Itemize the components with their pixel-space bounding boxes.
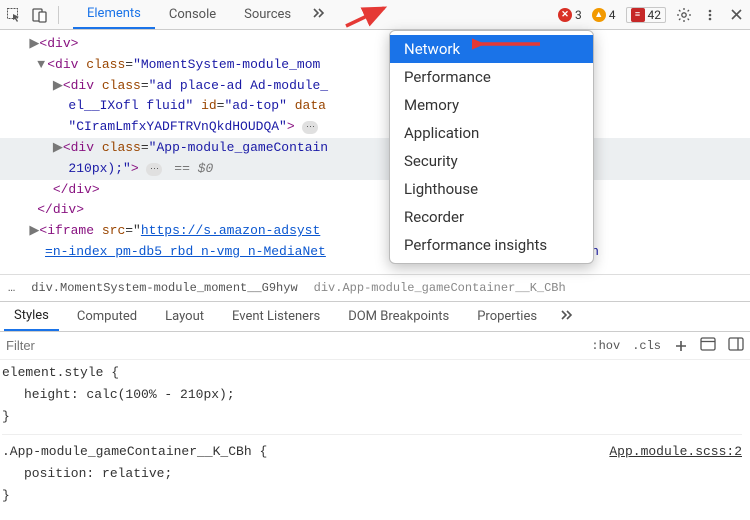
styles-tab-strip: Styles Computed Layout Event Listeners D… [0,302,750,332]
css-selector[interactable]: element.style { [2,365,119,380]
warning-count-badge[interactable]: ▲ 4 [592,8,616,22]
hov-toggle[interactable]: :hov [591,339,620,353]
warning-count: 4 [609,8,616,22]
breadcrumb-segment[interactable]: div.App-module_gameContainer__K_CBh [314,281,566,295]
dom-tree[interactable]: ▶<div> ▼<div class="MomentSystem-module_… [0,30,750,274]
error-count-badge[interactable]: ✕ 3 [558,8,582,22]
more-styles-tabs-icon[interactable] [559,308,573,326]
dom-breadcrumb[interactable]: … div.MomentSystem-module_moment__G9hyw … [0,274,750,302]
selected-node-indicator: == $0 [166,161,213,176]
issues-count-badge[interactable]: ≡ 42 [626,7,667,23]
tab-event-listeners[interactable]: Event Listeners [222,302,330,331]
styles-rules-panel[interactable]: element.style { height: calc(100% - 210p… [0,360,750,520]
tab-console[interactable]: Console [155,0,230,29]
inspect-element-icon[interactable] [6,7,22,23]
dropdown-item-performance[interactable]: Performance [390,63,593,91]
tab-styles[interactable]: Styles [4,302,59,331]
kebab-menu-icon[interactable] [702,7,718,23]
css-property-value[interactable]: relative [102,466,164,481]
issues-icon: ≡ [631,8,645,22]
dropdown-item-application[interactable]: Application [390,119,593,147]
breadcrumb-segment[interactable]: div.MomentSystem-module_moment__G9hyw [31,281,297,295]
css-property-value[interactable]: calc(100% - 210px) [86,387,226,402]
dropdown-item-lighthouse[interactable]: Lighthouse [390,175,593,203]
css-property-name[interactable]: position [24,466,86,481]
error-icon: ✕ [558,8,572,22]
styles-filter-input[interactable] [6,338,96,353]
dropdown-item-network[interactable]: Network [390,35,593,63]
css-source-link[interactable]: App.module.scss:2 [609,441,742,463]
dropdown-item-security[interactable]: Security [390,147,593,175]
cls-toggle[interactable]: .cls [632,339,661,353]
devtools-toolbar: Elements Console Sources ✕ 3 ▲ 4 ≡ 42 [0,0,750,30]
dropdown-item-recorder[interactable]: Recorder [390,203,593,231]
dropdown-item-memory[interactable]: Memory [390,91,593,119]
css-rule-close: } [2,409,10,424]
collapsed-ellipsis-icon[interactable]: ⋯ [146,163,162,176]
css-rule-close: } [2,488,10,503]
computed-panel-icon[interactable] [700,337,716,355]
toggle-sidebar-icon[interactable] [728,337,744,355]
new-style-rule-icon[interactable] [673,338,688,353]
close-icon[interactable] [728,7,744,23]
issues-count: 42 [648,8,662,22]
settings-gear-icon[interactable] [676,7,692,23]
css-property-name[interactable]: height [24,387,71,402]
tab-layout[interactable]: Layout [155,302,214,331]
breadcrumb-more-icon[interactable]: … [8,281,15,295]
css-selector[interactable]: .App-module_gameContainer__K_CBh { [2,444,267,459]
tab-sources[interactable]: Sources [230,0,305,29]
tab-properties[interactable]: Properties [467,302,547,331]
styles-filter-row: :hov .cls [0,332,750,360]
tab-computed[interactable]: Computed [67,302,147,331]
error-count: 3 [575,8,582,22]
more-panels-dropdown: Network Performance Memory Application S… [389,30,594,264]
tab-elements[interactable]: Elements [73,0,155,29]
dom-selected-node[interactable]: ▶<div class="App-module_gameContain t: c… [0,138,750,159]
dropdown-item-performance-insights[interactable]: Performance insights [390,231,593,259]
more-panels-icon[interactable] [305,6,331,24]
warning-icon: ▲ [592,8,606,22]
tab-dom-breakpoints[interactable]: DOM Breakpoints [338,302,459,331]
device-toolbar-icon[interactable] [32,7,48,23]
collapsed-ellipsis-icon[interactable]: ⋯ [302,121,318,134]
